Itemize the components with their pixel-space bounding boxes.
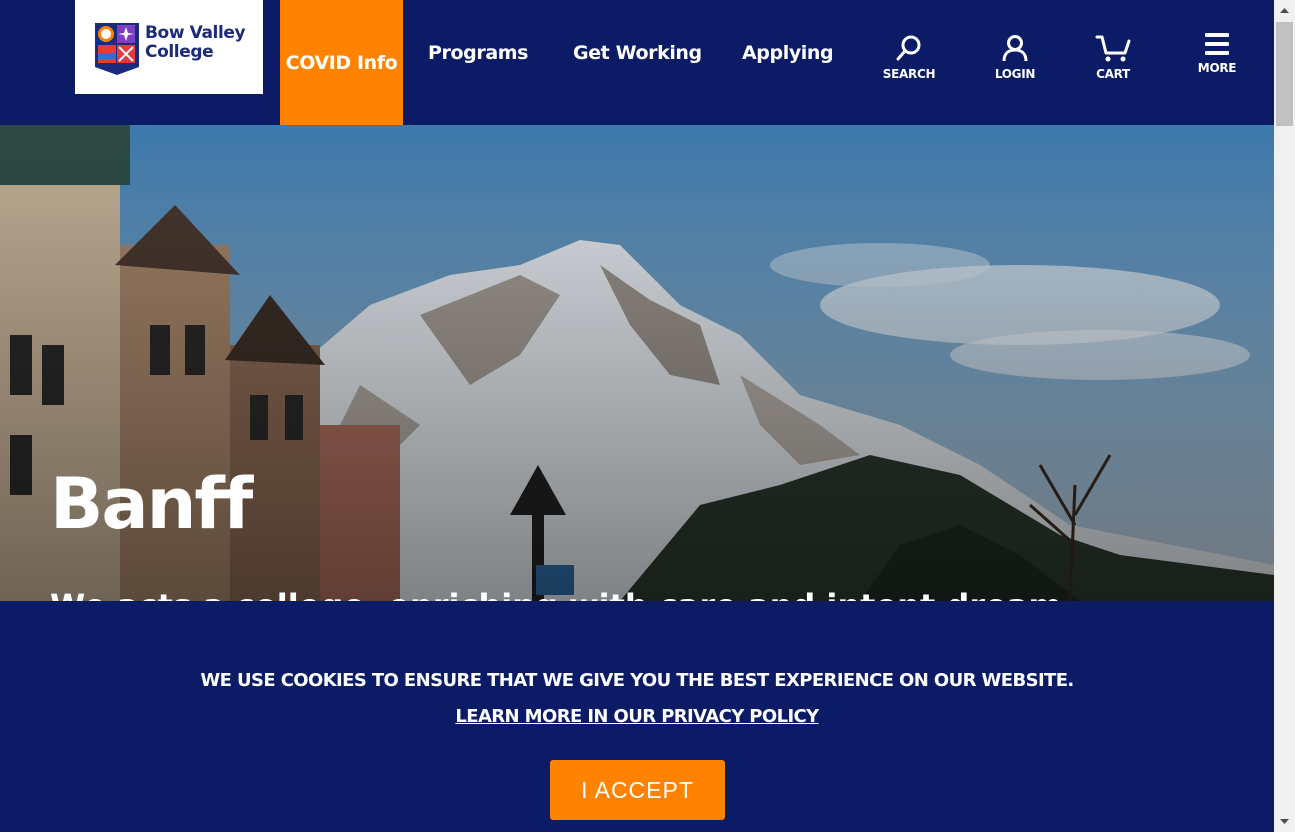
vertical-scrollbar[interactable] bbox=[1274, 0, 1295, 832]
nav-applying[interactable]: Applying bbox=[742, 0, 834, 106]
hero-banner: Banff We acts a college, enriching with … bbox=[0, 125, 1274, 601]
accept-cookies-button[interactable]: I ACCEPT bbox=[550, 760, 725, 820]
nav-get-working[interactable]: Get Working bbox=[573, 0, 702, 106]
search-label: SEARCH bbox=[882, 67, 936, 81]
logo-line-2: College bbox=[145, 42, 214, 62]
nav-covid-info[interactable]: COVID Info bbox=[280, 0, 403, 125]
menu-icon bbox=[1205, 33, 1229, 55]
scroll-down-arrow-icon[interactable] bbox=[1274, 811, 1295, 832]
cookie-message: WE USE COOKIES TO ENSURE THAT WE GIVE YO… bbox=[200, 670, 1074, 691]
logo-text: Bow Valley College bbox=[145, 23, 246, 62]
search-button[interactable]: SEARCH bbox=[869, 34, 949, 81]
site-header: Bow Valley College COVID Info Programs G… bbox=[0, 0, 1274, 125]
cart-label: CART bbox=[1096, 67, 1130, 81]
more-label: MORE bbox=[1197, 61, 1237, 75]
hero-title: Banff bbox=[50, 463, 253, 545]
search-icon bbox=[896, 35, 921, 61]
more-button[interactable]: MORE bbox=[1177, 32, 1257, 75]
logo-line-1: Bow Valley bbox=[145, 23, 246, 43]
cart-button[interactable]: CART bbox=[1073, 34, 1153, 81]
site-logo[interactable]: Bow Valley College bbox=[75, 0, 263, 94]
cart-icon bbox=[1095, 35, 1131, 62]
hero-subtitle: We acts a college, enriching with care a… bbox=[50, 587, 1062, 601]
cookie-banner: WE USE COOKIES TO ENSURE THAT WE GIVE YO… bbox=[0, 601, 1274, 832]
scroll-up-arrow-icon[interactable] bbox=[1274, 0, 1295, 21]
scrollbar-thumb[interactable] bbox=[1276, 22, 1293, 126]
nav-programs[interactable]: Programs bbox=[428, 0, 528, 106]
user-icon bbox=[1002, 35, 1028, 62]
page: Bow Valley College COVID Info Programs G… bbox=[0, 0, 1274, 832]
college-crest-icon bbox=[95, 23, 139, 75]
login-button[interactable]: LOGIN bbox=[975, 34, 1055, 81]
privacy-policy-link[interactable]: LEARN MORE IN OUR PRIVACY POLICY bbox=[0, 706, 1274, 727]
login-label: LOGIN bbox=[994, 67, 1036, 81]
